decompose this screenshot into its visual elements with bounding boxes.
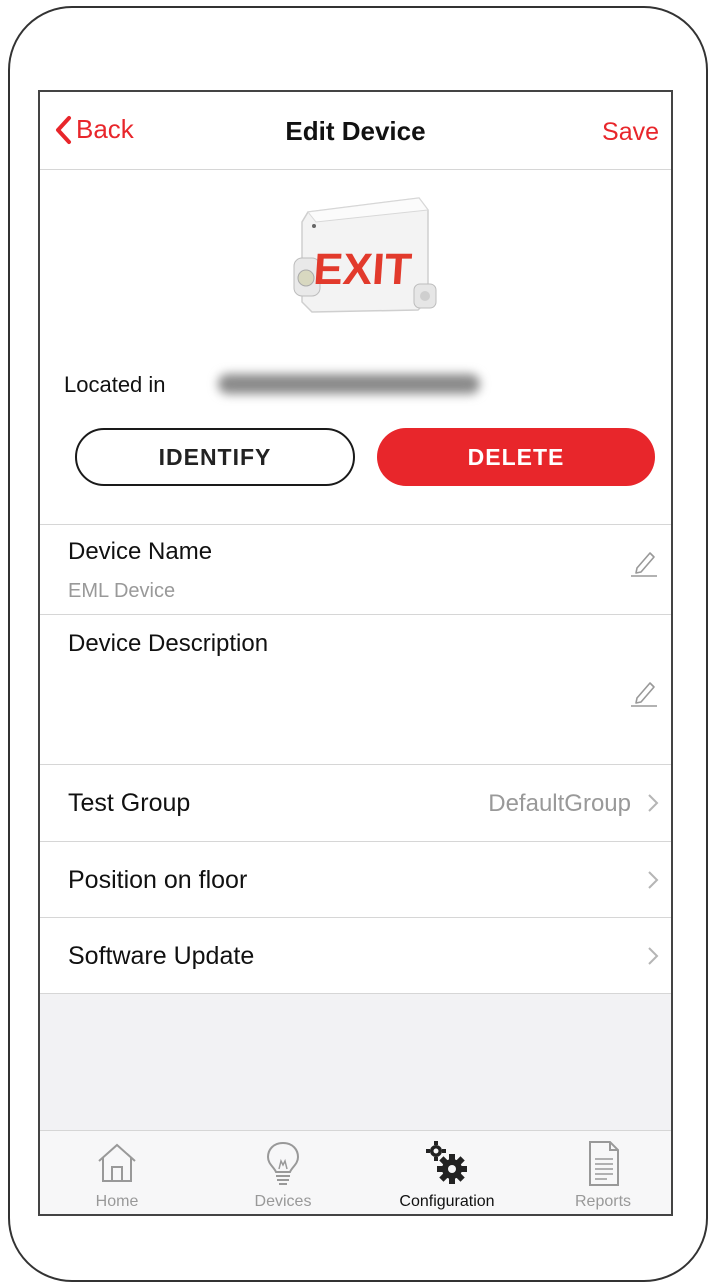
device-name-label: Device Name	[68, 538, 213, 565]
tab-home[interactable]: Home	[42, 1131, 192, 1214]
app-screen: Back Edit Device Save EXIT Located in ID…	[38, 90, 673, 1216]
tab-home-label: Home	[95, 1193, 139, 1210]
chevron-right-icon	[648, 947, 659, 965]
save-button[interactable]: Save	[602, 118, 659, 147]
software-update-label: Software Update	[68, 942, 255, 970]
edit-description-pencil-icon[interactable]	[629, 676, 659, 708]
document-icon	[589, 1141, 619, 1186]
divider	[40, 524, 671, 525]
test-group-label: Test Group	[68, 789, 191, 817]
identify-button[interactable]: IDENTIFY	[75, 428, 355, 486]
edit-name-pencil-icon[interactable]	[629, 546, 659, 578]
device-description-label: Device Description	[68, 630, 269, 657]
tab-reports-label: Reports	[574, 1193, 632, 1210]
chevron-left-icon	[56, 115, 71, 144]
device-name-value: EML Device	[68, 580, 176, 602]
tab-configuration[interactable]: Configuration	[372, 1131, 522, 1214]
row-software-update[interactable]: Software Update	[40, 918, 671, 994]
exit-sign-image: EXIT	[293, 197, 437, 313]
page-title: Edit Device	[285, 116, 426, 146]
back-label: Back	[76, 114, 134, 144]
navigation-bar: Back Edit Device Save	[40, 92, 671, 170]
chevron-right-icon	[648, 871, 659, 889]
empty-background	[40, 994, 671, 1130]
delete-button[interactable]: DELETE	[377, 428, 655, 486]
test-group-value: DefaultGroup	[488, 790, 631, 817]
home-icon	[98, 1143, 136, 1182]
row-test-group[interactable]: Test Group DefaultGroup	[40, 765, 671, 841]
tab-configuration-label: Configuration	[399, 1193, 495, 1210]
location-value-redacted	[218, 374, 480, 394]
exit-sign-text: EXIT	[312, 245, 413, 294]
tab-devices[interactable]: Devices	[208, 1131, 358, 1214]
chevron-right-icon	[648, 794, 659, 812]
tab-reports[interactable]: Reports	[528, 1131, 671, 1214]
tab-devices-label: Devices	[254, 1193, 312, 1210]
back-button[interactable]: Back	[54, 114, 134, 145]
tab-bar: Home Devices Configuration Reports	[40, 1130, 671, 1214]
lightbulb-icon	[266, 1141, 300, 1185]
row-position-on-floor[interactable]: Position on floor	[40, 842, 671, 918]
position-on-floor-label: Position on floor	[68, 866, 248, 894]
located-in-label: Located in	[64, 372, 166, 397]
divider	[40, 614, 671, 615]
gears-icon	[426, 1141, 467, 1184]
